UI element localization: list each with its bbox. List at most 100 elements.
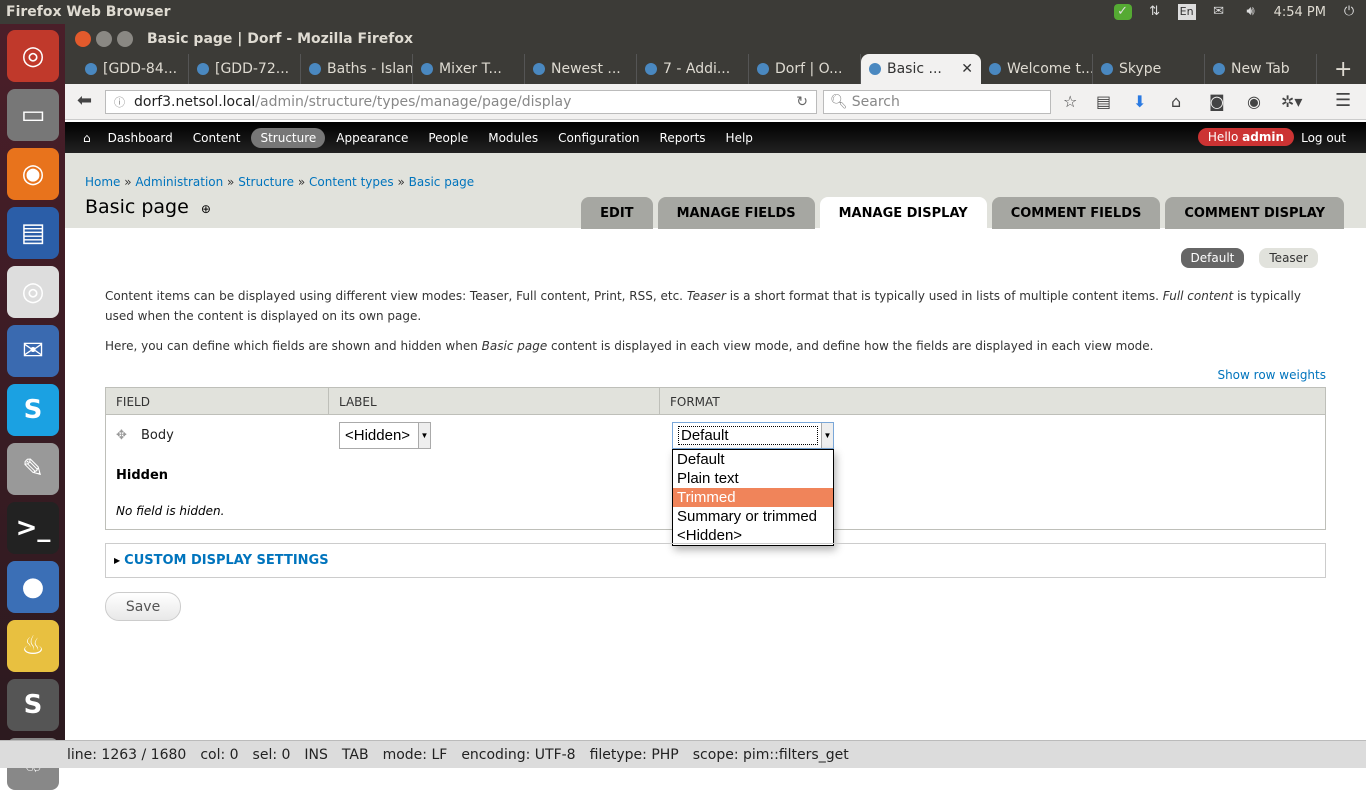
clock[interactable]: 4:54 PM (1274, 5, 1326, 20)
favicon-icon (645, 63, 657, 75)
logout-link[interactable]: Log out (1301, 131, 1346, 145)
format-option[interactable]: Plain text (673, 469, 833, 488)
toolbar-item-appearance[interactable]: Appearance (327, 128, 417, 148)
label-select[interactable]: <Hidden> ▼ (339, 422, 431, 449)
toolbar-item-help[interactable]: Help (717, 128, 762, 148)
favicon-icon (757, 63, 769, 75)
show-row-weights-link[interactable]: Show row weights (1217, 368, 1326, 382)
admin-toolbar: ⌂ Dashboard Content Structure Appearance Peo… (65, 122, 1366, 153)
breadcrumb-link[interactable]: Home (85, 175, 120, 189)
custom-display-settings-toggle[interactable]: ▶ CUSTOM DISPLAY SETTINGS (105, 543, 1326, 578)
maximize-window-button[interactable] (117, 31, 133, 47)
sublime-icon[interactable]: S (7, 679, 59, 731)
table-header: Field Label Format (106, 388, 1325, 415)
info-icon[interactable]: ⓘ (114, 94, 125, 110)
browser-tab[interactable]: [GDD-84... (77, 54, 189, 84)
breadcrumb-link[interactable]: Structure (238, 175, 294, 189)
toolbar-item-people[interactable]: People (419, 128, 477, 148)
thunderbird-icon[interactable]: ✉ (7, 325, 59, 377)
toolbar-item-reports[interactable]: Reports (651, 128, 715, 148)
update-icon[interactable]: ✓ (1113, 4, 1132, 20)
text-editor-icon[interactable]: ✎ (7, 443, 59, 495)
addon-menu-icon[interactable]: ✲▾ (1281, 92, 1302, 111)
menu-icon[interactable]: ☰ (1335, 90, 1351, 111)
breadcrumb-separator: » (294, 175, 310, 189)
reading-list-icon[interactable]: ▤ (1096, 92, 1111, 111)
bluefish-icon[interactable]: ● (7, 561, 59, 613)
power-icon[interactable]: ⏻ (1340, 4, 1358, 20)
volume-icon[interactable]: 🔊︎ (1242, 4, 1260, 20)
url-bar[interactable]: ⓘ dorf3.netsol.local/admin/structure/typ… (105, 90, 817, 114)
writer-icon[interactable]: ▤ (7, 207, 59, 259)
terminal-icon[interactable]: >_ (7, 502, 59, 554)
genie-icon[interactable]: ♨ (7, 620, 59, 672)
download-icon[interactable]: ⬇ (1133, 92, 1146, 111)
tab-manage-display[interactable]: MANAGE DISPLAY (819, 197, 987, 229)
files-icon[interactable]: ▭ (7, 89, 59, 141)
add-shortcut-icon[interactable]: ⊕ (201, 202, 211, 216)
format-select[interactable]: Default ▼ (672, 422, 834, 449)
save-button[interactable]: Save (105, 592, 181, 621)
browser-tab[interactable]: Baths - Islan... (301, 54, 413, 84)
status-item: encoding: UTF-8 (461, 746, 576, 763)
pocket-icon[interactable]: ◙ (1209, 92, 1225, 111)
toolbar-item-dashboard[interactable]: Dashboard (99, 128, 182, 148)
close-tab-icon[interactable]: ✕ (961, 61, 973, 77)
tab-comment-display[interactable]: COMMENT DISPLAY (1165, 197, 1344, 229)
browser-tab[interactable]: Newest ... (525, 54, 637, 84)
browser-tab[interactable]: Basic ... ✕ (861, 54, 981, 84)
browser-tab[interactable]: Dorf | O... (749, 54, 861, 84)
mail-icon[interactable]: ✉ (1210, 4, 1228, 20)
page-tabs: EDIT MANAGE FIELDS MANAGE DISPLAY COMMENT F… (581, 197, 1344, 229)
toolbar-item-structure[interactable]: Structure (251, 127, 326, 148)
favicon-icon (197, 63, 209, 75)
browser-tab[interactable]: 7 - Addi... (637, 54, 749, 84)
browser-tab[interactable]: [GDD-72... (189, 54, 301, 84)
format-option[interactable]: Default (673, 450, 833, 469)
browser-tab[interactable]: Skype (1093, 54, 1205, 84)
extension-icon[interactable]: ◉ (1247, 92, 1261, 111)
close-window-button[interactable] (75, 31, 91, 47)
browser-tab[interactable]: Mixer T... (413, 54, 525, 84)
chrome-icon[interactable]: ◎ (7, 266, 59, 318)
browser-tab[interactable]: Welcome t... (981, 54, 1093, 84)
format-option[interactable]: Trimmed (673, 488, 833, 507)
network-icon[interactable]: ⇅ (1146, 4, 1164, 20)
ubuntu-icon[interactable]: ◎ (7, 30, 59, 82)
new-tab-button[interactable]: + (1326, 54, 1366, 84)
home-icon[interactable]: ⌂ (83, 131, 91, 145)
breadcrumb-link[interactable]: Basic page (409, 175, 475, 189)
minimize-window-button[interactable] (96, 31, 112, 47)
chevron-down-icon: ▼ (418, 423, 430, 448)
status-item: col: 0 (200, 746, 239, 763)
breadcrumb-link[interactable]: Administration (135, 175, 223, 189)
tab-manage-fields[interactable]: MANAGE FIELDS (657, 197, 815, 229)
skype-icon[interactable]: S (7, 384, 59, 436)
firefox-icon[interactable]: ◉ (7, 148, 59, 200)
status-item: filetype: PHP (589, 746, 679, 763)
view-mode-teaser[interactable]: Teaser (1259, 248, 1318, 268)
search-input[interactable]: 🔍︎ Search (823, 90, 1051, 114)
keyboard-layout[interactable]: En (1177, 4, 1196, 20)
toolbar-item-configuration[interactable]: Configuration (549, 128, 648, 148)
tab-label: 7 - Addi... (663, 61, 731, 77)
hello-user-badge[interactable]: Hello admin (1197, 128, 1294, 146)
browser-tab[interactable]: New Tab (1205, 54, 1317, 84)
breadcrumb-link[interactable]: Content types (309, 175, 394, 189)
bookmark-star-icon[interactable]: ☆ (1063, 92, 1077, 111)
hello-text: Hello (1207, 130, 1243, 144)
system-top-bar: Firefox Web Browser ✓ ⇅ En ✉ 🔊︎ 4:54 PM … (0, 0, 1366, 24)
favicon-icon (869, 63, 881, 75)
back-icon[interactable]: ⬅ (77, 90, 92, 111)
custom-display-label: CUSTOM DISPLAY SETTINGS (124, 553, 329, 568)
tab-comment-fields[interactable]: COMMENT FIELDS (991, 197, 1161, 229)
view-mode-default[interactable]: Default (1180, 248, 1245, 268)
reload-icon[interactable]: ↻ (796, 94, 808, 110)
format-option[interactable]: Summary or trimmed (673, 507, 833, 526)
toolbar-item-content[interactable]: Content (184, 128, 250, 148)
toolbar-item-modules[interactable]: Modules (479, 128, 547, 148)
tab-strip: [GDD-84... [GDD-72... Baths - Islan... Mixe… (65, 54, 1366, 84)
drag-handle-icon[interactable]: ✥ (116, 428, 127, 443)
tab-edit[interactable]: EDIT (581, 197, 653, 229)
home-icon[interactable]: ⌂ (1171, 92, 1181, 111)
